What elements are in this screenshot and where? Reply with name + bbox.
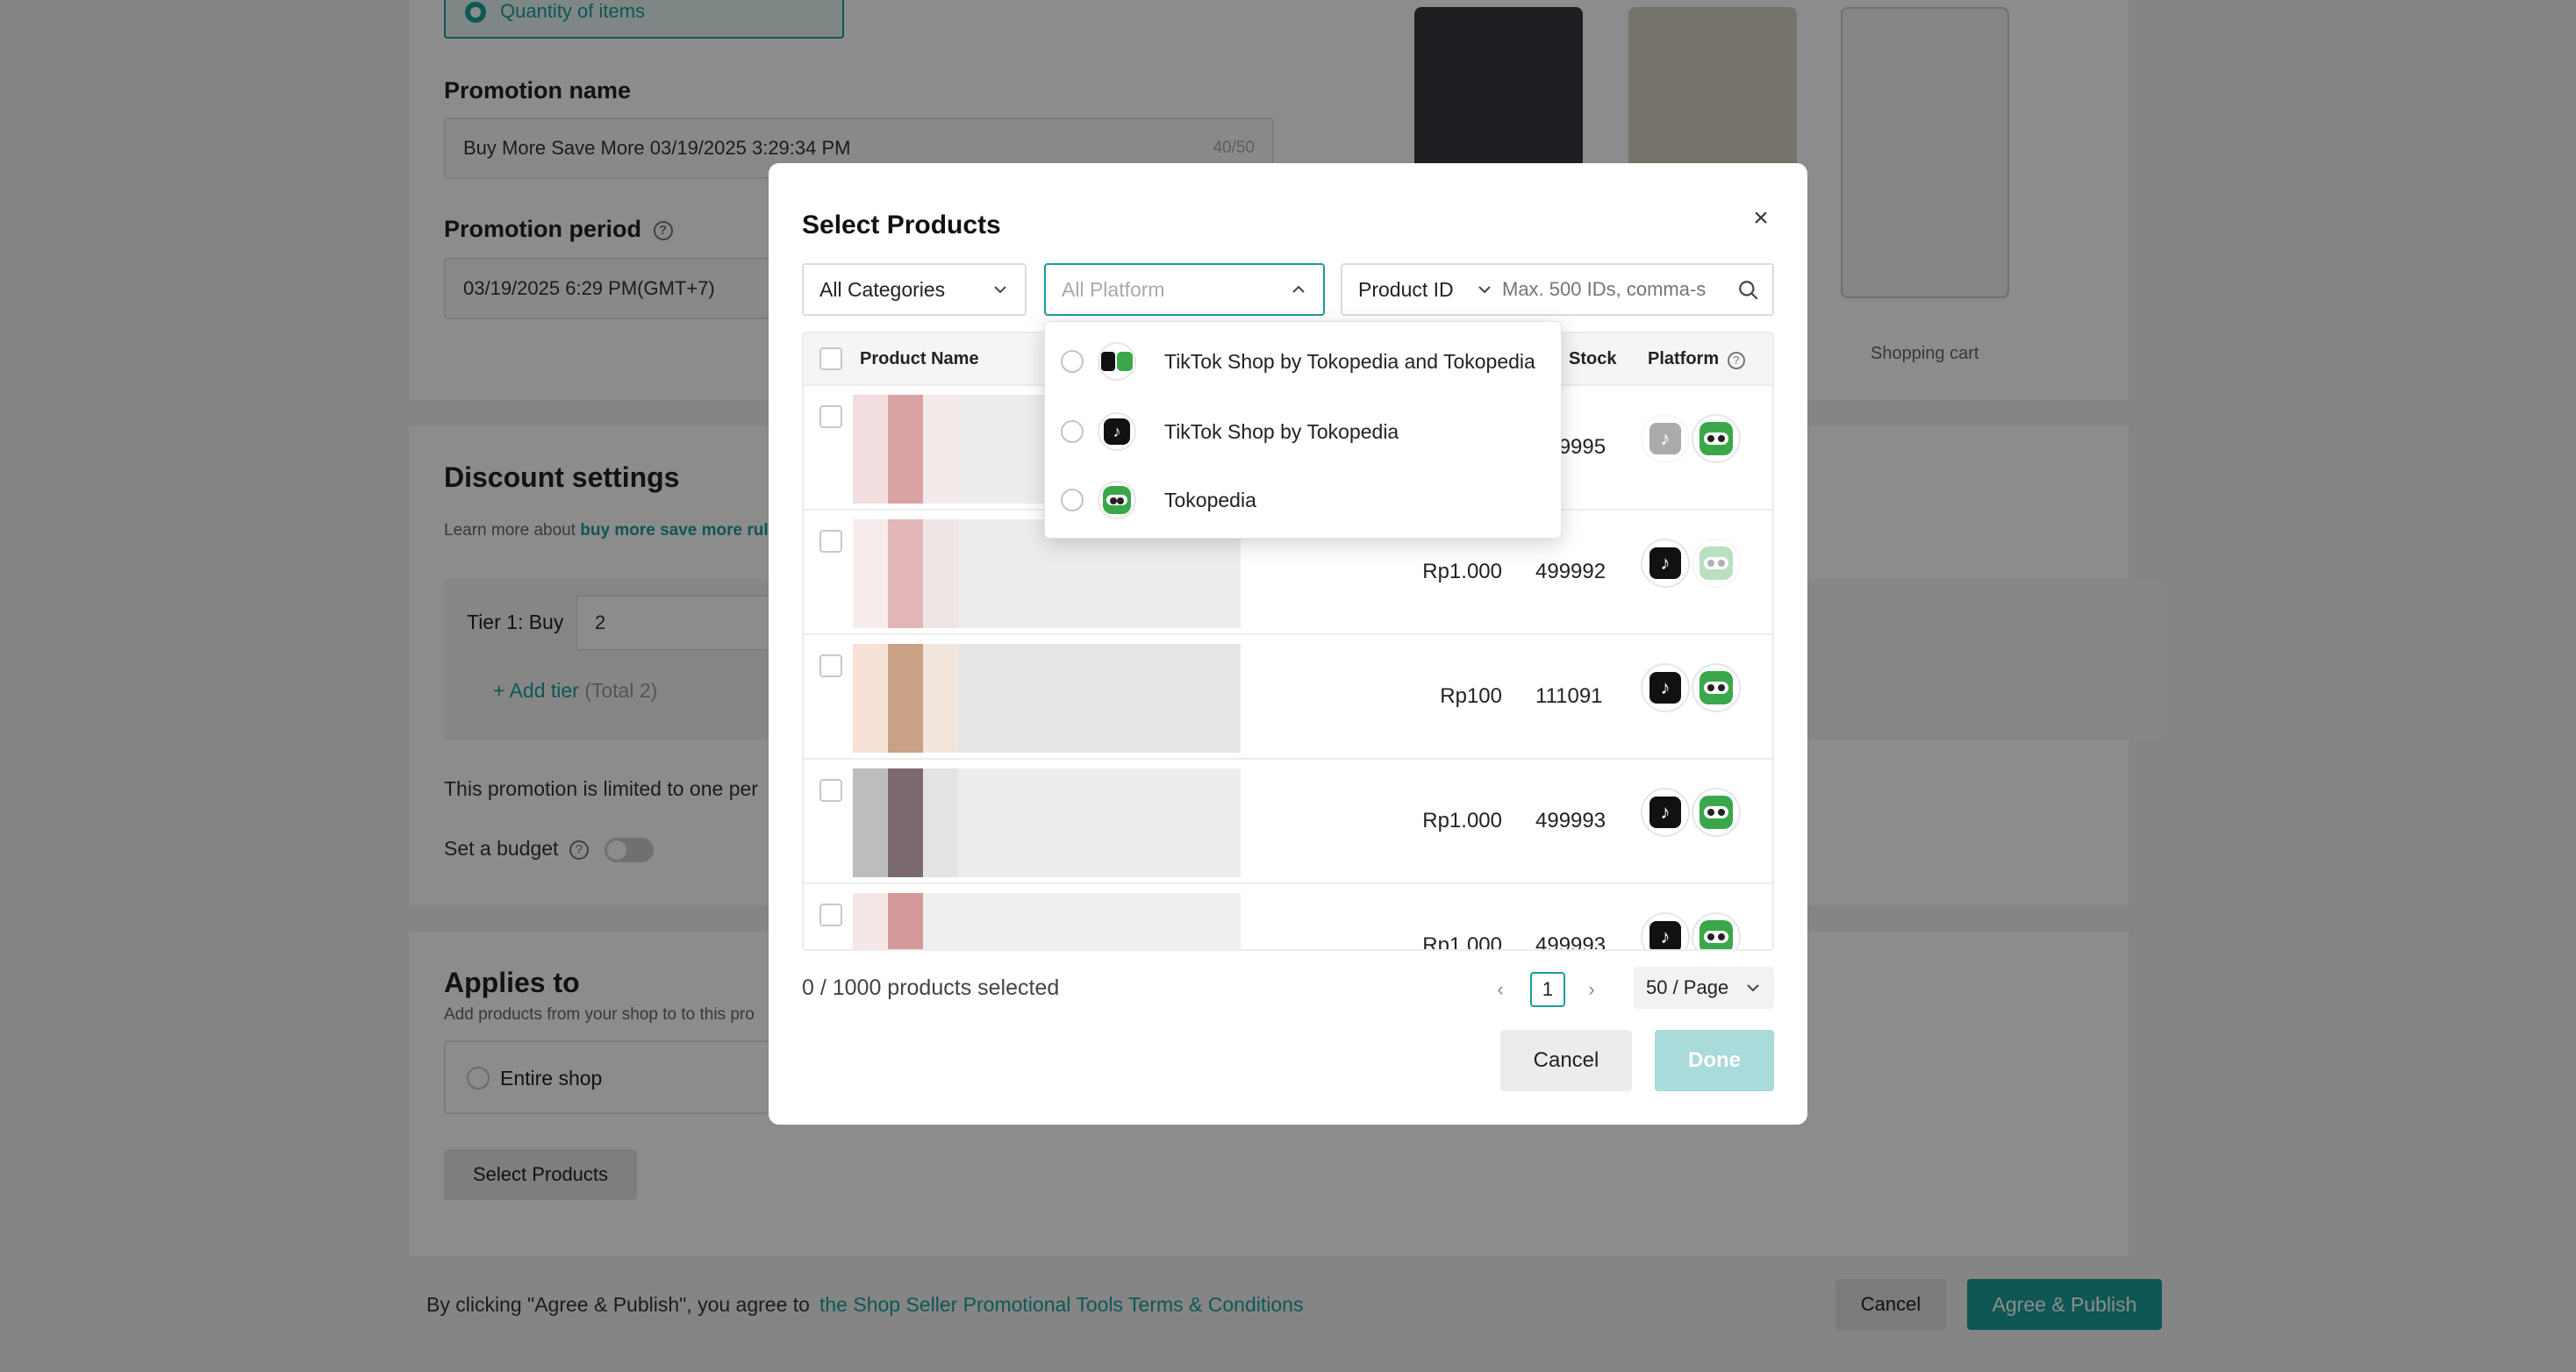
id-type-select[interactable]: Product ID (1342, 265, 1502, 314)
row-checkbox[interactable] (819, 904, 842, 926)
row-price: Rp1.000 (1422, 560, 1502, 583)
table-row[interactable]: Rp1.000 499993 ♪ (804, 760, 1772, 884)
platform-option-both[interactable]: TikTok Shop by Tokopedia and Tokopedia (1045, 327, 1563, 396)
header-platform: Platform ? (1648, 349, 1745, 369)
page-number-current[interactable]: 1 (1530, 972, 1565, 1007)
platform-option-label: TikTok Shop by Tokopedia and Tokopedia (1164, 349, 1535, 373)
modal-title: Select Products (802, 211, 1001, 239)
row-checkbox[interactable] (819, 779, 842, 802)
row-price: Rp1.000 (1422, 809, 1502, 832)
row-checkbox[interactable] (819, 530, 842, 553)
platform-option-label: TikTok Shop by Tokopedia (1164, 419, 1399, 443)
row-price: Rp100 (1440, 684, 1502, 708)
header-product-name: Product Name (860, 349, 979, 368)
tiktok-icon: ♪ (1098, 412, 1136, 451)
platform-option-tiktok[interactable]: ♪ TikTok Shop by Tokopedia (1045, 397, 1563, 466)
help-icon[interactable]: ? (1727, 352, 1745, 369)
chevron-down-icon (1747, 984, 1759, 992)
platform-select-placeholder: All Platform (1062, 277, 1165, 301)
radio-icon[interactable] (1061, 420, 1084, 443)
header-platform-label: Platform (1648, 349, 1720, 368)
tokopedia-icon (1692, 912, 1741, 949)
tiktok-icon: ♪ (1641, 414, 1690, 463)
platform-option-label: Tokopedia (1164, 488, 1256, 511)
tiktok-icon: ♪ (1641, 663, 1690, 712)
row-price: Rp1.000 (1422, 933, 1502, 951)
search-icon[interactable] (1737, 279, 1760, 302)
product-id-search-input[interactable] (1502, 272, 1720, 307)
row-stock: 499993 (1535, 933, 1606, 951)
platform-select[interactable]: All Platform (1044, 263, 1325, 316)
radio-icon[interactable] (1061, 350, 1084, 373)
search-group: Product ID (1341, 263, 1774, 316)
table-row[interactable]: Rp1.000 499993 ♪ (804, 884, 1772, 951)
next-page-button[interactable]: › (1574, 972, 1609, 1007)
row-stock: 499992 (1535, 560, 1606, 583)
row-checkbox[interactable] (819, 405, 842, 428)
chevron-down-icon (994, 286, 1006, 294)
modal-cancel-button[interactable]: Cancel (1500, 1030, 1632, 1091)
radio-icon[interactable] (1061, 489, 1084, 511)
tiktok-icon: ♪ (1641, 539, 1690, 588)
category-select-value: All Categories (819, 277, 946, 301)
chevron-down-icon (1478, 286, 1491, 294)
page-size-select[interactable]: 50 / Page (1634, 967, 1774, 1009)
platform-dropdown: TikTok Shop by Tokopedia and Tokopedia ♪… (1044, 321, 1562, 539)
row-checkbox[interactable] (819, 654, 842, 677)
tiktok-tokopedia-icon (1098, 342, 1136, 381)
table-row[interactable]: Rp100 111091 ♪ (804, 635, 1772, 760)
tokopedia-icon (1692, 788, 1741, 837)
tokopedia-icon (1692, 539, 1741, 588)
product-thumbnail-blurred (853, 768, 1241, 877)
tiktok-icon: ♪ (1641, 788, 1690, 837)
prev-page-button[interactable]: ‹ (1483, 972, 1518, 1007)
row-stock: 499993 (1535, 809, 1606, 832)
tokopedia-icon (1098, 481, 1136, 519)
select-all-checkbox[interactable] (819, 347, 842, 370)
chevron-up-icon (1292, 285, 1305, 293)
row-stock: 111091 (1535, 684, 1603, 708)
header-stock: Stock (1569, 349, 1617, 368)
select-products-modal: Select Products × All Categories All Pla… (769, 163, 1807, 1125)
platform-option-tokopedia[interactable]: Tokopedia (1045, 466, 1563, 534)
tiktok-icon: ♪ (1641, 912, 1690, 949)
selected-count: 0 / 1000 products selected (802, 975, 1060, 1000)
page-size-value: 50 / Page (1646, 976, 1729, 998)
done-button[interactable]: Done (1655, 1030, 1774, 1091)
tokopedia-icon (1692, 663, 1741, 712)
category-select[interactable]: All Categories (802, 263, 1027, 316)
product-thumbnail-blurred (853, 893, 1241, 949)
product-thumbnail-blurred (853, 644, 1241, 753)
close-icon[interactable]: × (1748, 205, 1774, 232)
tokopedia-icon (1692, 414, 1741, 463)
id-type-value: Product ID (1358, 277, 1454, 301)
